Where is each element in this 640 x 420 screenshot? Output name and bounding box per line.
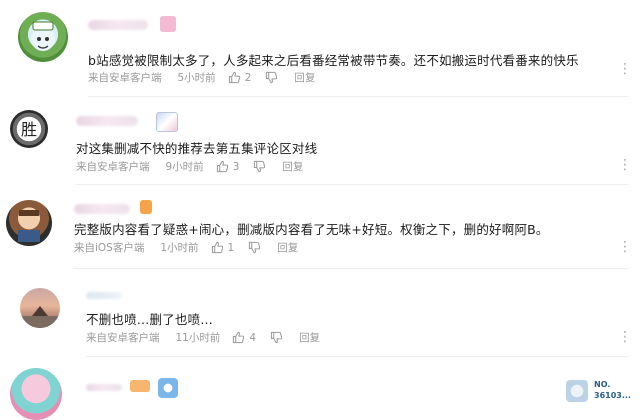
divider: [76, 184, 628, 185]
comment-time: 5小时前: [177, 72, 216, 84]
thumbs-down-icon: [266, 71, 278, 84]
user-level-badge: [140, 200, 152, 214]
username-redacted: [76, 116, 138, 126]
like-count: 3: [232, 160, 240, 173]
user-level-badge: [160, 16, 176, 32]
dislike-button[interactable]: [248, 241, 261, 254]
more-options-icon[interactable]: ⋮: [618, 330, 632, 344]
client-source: 来自安卓客户端: [76, 161, 150, 173]
comment-text: 不删也喷…删了也喷…: [86, 312, 214, 327]
dislike-button[interactable]: [270, 331, 283, 344]
watermark-line2: 36103...: [594, 391, 631, 400]
avatar-art-icon: [20, 306, 60, 328]
comment-meta: 来自iOS客户端 1小时前 1 回复: [74, 240, 298, 255]
comment-meta: 来自安卓客户端 9小时前 3 回复: [76, 159, 303, 174]
user-avatar[interactable]: [18, 12, 68, 62]
username-redacted: [86, 384, 122, 391]
more-options-icon[interactable]: ⋮: [618, 240, 632, 254]
avatar-art-icon: [18, 210, 40, 242]
watermark: NO. 36103...: [566, 376, 638, 406]
svg-text:胜: 胜: [21, 120, 37, 139]
user-medal-badge: [158, 378, 178, 398]
comment-text: 对这集删减不快的推荐去第五集评论区对线: [76, 141, 318, 156]
like-button[interactable]: [216, 160, 229, 173]
thumbs-up-icon: [211, 241, 223, 254]
watermark-logo-icon: [566, 380, 588, 402]
comment-text: b站感觉被限制太多了，人多起来之后看番经常被带节奏。还不如搬运时代看番来的快乐: [88, 53, 579, 68]
like-count: 1: [227, 241, 235, 254]
like-button[interactable]: [232, 331, 245, 344]
client-source: 来自安卓客户端: [86, 332, 160, 344]
thumbs-up-icon: [228, 71, 240, 84]
reply-button[interactable]: 回复: [299, 330, 320, 345]
thumbs-up-icon: [216, 160, 228, 173]
more-options-icon[interactable]: ⋮: [618, 158, 632, 172]
like-button[interactable]: [211, 241, 224, 254]
reply-button[interactable]: 回复: [277, 240, 298, 255]
comment-time: 9小时前: [165, 161, 204, 173]
user-avatar[interactable]: [6, 200, 52, 246]
avatar-art-icon: 胜: [21, 120, 37, 139]
thumbs-down-icon: [249, 241, 261, 254]
dislike-button[interactable]: [253, 160, 266, 173]
comment-1: b站感觉被限制太多了，人多起来之后看番经常被带节奏。还不如搬运时代看番来的快乐 …: [0, 0, 640, 98]
comment-text: 完整版内容看了疑惑+闹心，删减版内容看了无味+好短。权衡之下，删的好啊阿B。: [74, 222, 549, 237]
like-button[interactable]: [228, 71, 241, 84]
comment-meta: 来自安卓客户端 11小时前 4 回复: [86, 330, 320, 345]
like-count: 2: [244, 71, 252, 84]
divider: [86, 356, 628, 357]
username-redacted: [74, 204, 130, 214]
user-avatar[interactable]: [10, 368, 62, 420]
user-avatar[interactable]: [20, 288, 60, 328]
comment-meta: 来自安卓客户端 5小时前 2 回复: [88, 70, 315, 85]
thumbs-down-icon: [254, 160, 266, 173]
client-source: 来自安卓客户端: [88, 72, 162, 84]
thumbs-up-icon: [233, 331, 245, 344]
watermark-line1: NO.: [594, 380, 611, 389]
comment-3: 完整版内容看了疑惑+闹心，删减版内容看了无味+好短。权衡之下，删的好啊阿B。 来…: [0, 186, 640, 276]
user-avatar[interactable]: 胜: [10, 110, 48, 148]
reply-button[interactable]: 回复: [294, 70, 315, 85]
user-level-badge: [130, 380, 150, 392]
divider: [74, 268, 628, 269]
thumbs-down-icon: [270, 331, 283, 344]
client-source: 来自iOS客户端: [74, 242, 145, 254]
comment-5: [0, 360, 640, 420]
more-options-icon[interactable]: ⋮: [618, 62, 632, 76]
comment-time: 11小时前: [175, 332, 221, 344]
reply-button[interactable]: 回复: [282, 159, 303, 174]
comment-time: 1小时前: [160, 242, 199, 254]
username-redacted: [88, 20, 148, 30]
user-level-badge: [156, 112, 178, 132]
comment-4: 不删也喷…删了也喷… 来自安卓客户端 11小时前 4 回复 ⋮: [0, 272, 640, 354]
username-redacted: [86, 292, 122, 299]
avatar-art-icon: [31, 21, 55, 51]
dislike-button[interactable]: [265, 71, 278, 84]
comment-2: 胜 对这集删减不快的推荐去第五集评论区对线 来自安卓客户端 9小时前 3 回复 …: [0, 98, 640, 184]
like-count: 4: [249, 331, 257, 344]
divider: [88, 96, 628, 97]
